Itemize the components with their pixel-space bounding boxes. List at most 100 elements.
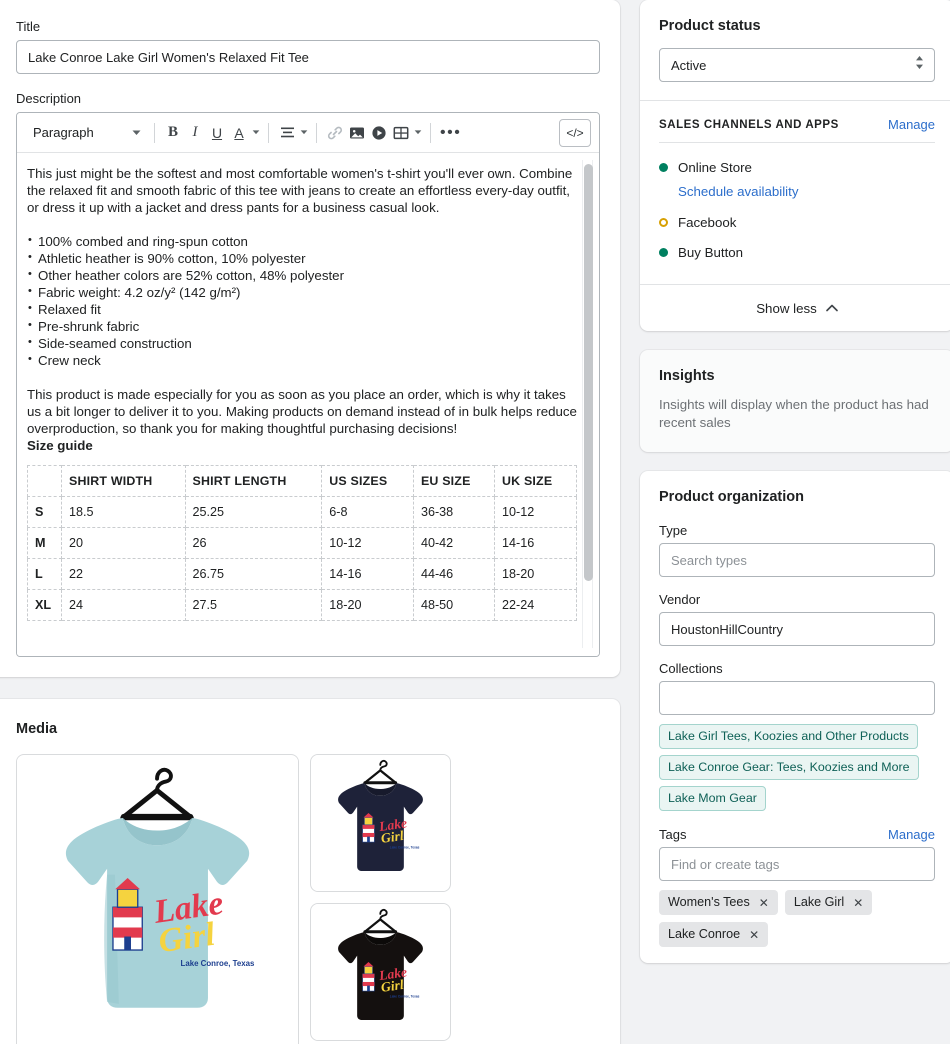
tee-illustration-aqua: Lake Girl Lake Conroe, Texas [17,757,299,1044]
underline-button[interactable]: U [206,120,228,146]
close-icon[interactable]: ✕ [759,897,769,909]
table-cell: 18-20 [494,558,577,590]
media-thumbnail[interactable] [310,754,452,892]
vendor-label: Vendor [659,592,701,607]
close-icon[interactable]: ✕ [853,897,863,909]
table-cell: 18.5 [61,496,186,528]
table-header-cell: US SIZES [321,465,414,497]
table-row: L 22 26.75 14-16 44-46 18-20 [27,558,577,590]
tee-illustration-navy [315,755,446,891]
list-item: Pre-shrunk fabric [27,317,577,335]
show-less-button[interactable]: Show less [640,284,950,331]
list-item: 100% combed and ring-spun cotton [27,232,577,250]
table-cell: 20 [61,527,186,559]
size-guide-table: SHIRT WIDTH SHIRT LENGTH US SIZES EU SIZ… [27,465,577,621]
tag-chip[interactable]: Lake Conroe ✕ [659,922,769,947]
sales-channels-label: SALES CHANNELS AND APPS [659,118,839,131]
collection-chip[interactable]: Lake Conroe Gear: Tees, Koozies and More [659,755,919,780]
size-guide-table-body: S 18.5 25.25 6-8 36-38 10-12 M 20 26 10-… [27,496,577,621]
product-status-title: Product status [659,18,761,34]
media-thumbnail[interactable] [310,903,452,1041]
schedule-availability-row: Schedule availability [678,183,935,201]
table-cell: 10-12 [494,496,577,528]
tag-chip[interactable]: Lake Girl ✕ [784,890,873,915]
product-status-section: Product status Active [640,0,950,100]
italic-button[interactable]: I [184,120,206,146]
size-guide-table-head: SHIRT WIDTH SHIRT LENGTH US SIZES EU SIZ… [27,465,577,497]
video-icon[interactable] [368,120,390,146]
table-cell: S [27,496,62,528]
product-status-card: Product status Active SALES CHANNELS AND… [640,0,950,331]
status-dot-amber-icon [659,217,668,227]
table-cell: 40-42 [412,527,496,559]
table-header-cell: SHIRT WIDTH [61,465,186,497]
title-label: Title [16,19,41,34]
product-organization-card: Product organization Type Vendor Collect… [640,471,950,963]
table-cell: 14-16 [321,558,414,590]
collection-chip[interactable]: Lake Mom Gear [659,786,766,811]
sales-channels-list: Online Store Schedule availability Faceb… [640,143,950,284]
table-row: S 18.5 25.25 6-8 36-38 10-12 [27,496,577,528]
list-item: Athletic heather is 90% cotton, 10% poly… [27,249,577,267]
table-cell: 22 [61,558,186,590]
channel-row-facebook[interactable]: Facebook [659,211,935,233]
media-card: Media [0,699,620,1044]
product-status-select[interactable]: Active [659,48,935,82]
media-grid: Lake Girl Lake Conroe, Texas [16,754,600,1044]
sales-channels-header: SALES CHANNELS AND APPS Manage [640,101,950,132]
text-color-chevron-down-icon[interactable] [250,130,261,135]
collections-input[interactable] [659,681,935,715]
table-chevron-down-icon[interactable] [412,130,423,135]
table-header-cell: UK SIZE [494,465,577,497]
table-cell: 25.25 [184,496,323,528]
product-organization-title: Product organization [659,489,804,505]
close-icon[interactable]: ✕ [749,929,759,941]
show-less-label: Show less [756,300,817,316]
table-cell: 48-50 [412,589,496,621]
scrollbar-thumb[interactable] [584,164,593,581]
html-code-button[interactable]: </> [559,118,591,147]
description-scrollbar[interactable] [582,160,593,648]
align-icon[interactable] [276,120,298,146]
title-input[interactable] [16,40,600,74]
tag-chip[interactable]: Women's Tees ✕ [659,890,778,915]
tags-label: Tags [659,827,687,842]
channel-name: Facebook [678,214,737,230]
more-options-icon[interactable]: ••• [438,120,463,146]
collection-chip[interactable]: Lake Girl Tees, Koozies and Other Produc… [659,724,918,749]
table-cell: 6-8 [321,496,414,528]
description-textarea[interactable]: This just might be the softest and most … [17,153,599,656]
tags-header: Tags Manage [659,827,935,842]
tag-chip-list: Women's Tees ✕ Lake Girl ✕ Lake Conroe ✕ [659,890,935,947]
link-icon[interactable] [324,120,346,146]
type-input[interactable] [659,543,935,577]
media-title: Media [16,721,58,737]
vendor-input[interactable] [659,612,935,646]
tags-input[interactable] [659,847,935,881]
channel-name: Online Store [678,159,752,175]
table-icon[interactable] [390,120,412,146]
channel-row-buy-button[interactable]: Buy Button [659,241,935,263]
media-main-image[interactable]: Lake Girl Lake Conroe, Texas [16,754,300,1044]
channel-row-online-store[interactable]: Online Store [659,156,935,178]
image-icon[interactable] [346,120,368,146]
chevron-up-icon [825,304,838,312]
table-header-cell [27,465,62,497]
table-cell: 44-46 [412,558,496,590]
manage-channels-link[interactable]: Manage [888,117,935,132]
manage-tags-link[interactable]: Manage [888,827,935,842]
text-color-button[interactable]: A [228,120,250,146]
sidebar-column: Product status Active SALES CHANNELS AND… [640,0,950,1044]
align-chevron-down-icon[interactable] [298,130,309,135]
schedule-availability-link[interactable]: Schedule availability [678,184,798,199]
list-item: Other heather colors are 52% cotton, 48%… [27,266,577,284]
table-cell: 10-12 [321,527,414,559]
table-cell: 22-24 [494,589,577,621]
table-cell: 18-20 [321,589,414,621]
description-label: Description [16,91,82,106]
product-editor-page: Title Description Paragraph B I U A [0,0,950,1044]
block-format-dropdown[interactable]: Paragraph [25,120,147,146]
bold-button[interactable]: B [162,120,184,146]
table-cell: L [27,558,62,590]
